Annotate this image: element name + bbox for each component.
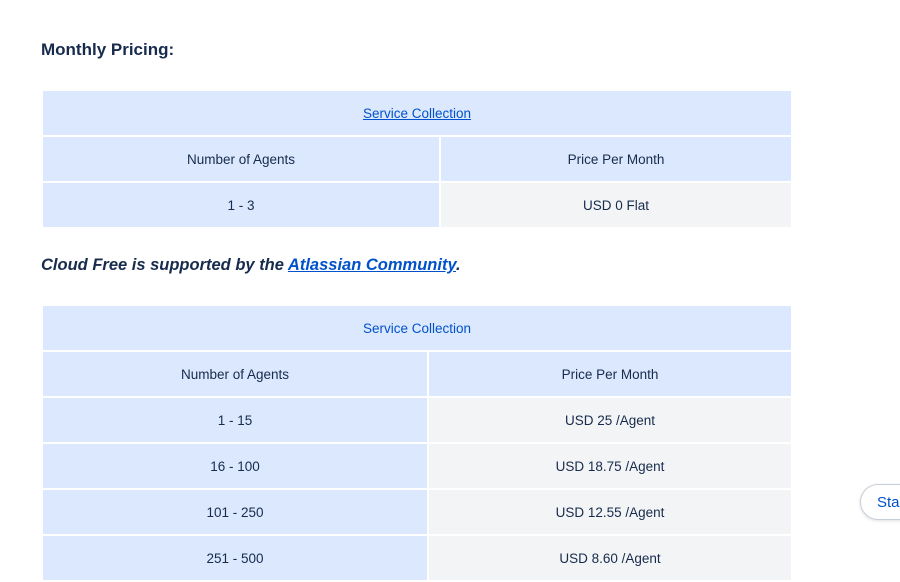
agents-cell: 1 - 15 [43,398,427,442]
monthly-pricing-heading: Monthly Pricing: [41,40,175,59]
price-cell: USD 18.75 /Agent [429,444,791,488]
service-collection-link[interactable]: Service Collection [363,321,471,336]
price-cell: USD 0 Flat [441,183,791,227]
agents-cell: 1 - 3 [43,183,439,227]
price-column-header: Price Per Month [441,137,791,181]
price-cell: USD 25 /Agent [429,398,791,442]
table-row: 1 - 15 USD 25 /Agent [43,398,791,442]
service-collection-caption: Service Collection [43,306,791,350]
agents-cell: 16 - 100 [43,444,427,488]
agents-cell: 251 - 500 [43,536,427,580]
note-suffix: . [456,256,461,274]
free-pricing-table: Service Collection Number of Agents Pric… [41,89,793,229]
service-collection-caption: Service Collection [43,91,791,135]
table-row: 1 - 3 USD 0 Flat [43,183,791,227]
price-cell: USD 12.55 /Agent [429,490,791,534]
cloud-free-note: Cloud Free is supported by the Atlassian… [41,256,461,275]
table-caption-row: Service Collection [43,306,791,350]
note-text: Cloud Free is supported by the [41,256,288,274]
service-collection-link[interactable]: Service Collection [363,106,471,121]
table-row: 251 - 500 USD 8.60 /Agent [43,536,791,580]
table-row: 16 - 100 USD 18.75 /Agent [43,444,791,488]
atlassian-community-link[interactable]: Atlassian Community [288,256,456,274]
price-column-header: Price Per Month [429,352,791,396]
agents-column-header: Number of Agents [43,352,427,396]
table-caption-row: Service Collection [43,91,791,135]
start-button[interactable]: Start [860,484,900,520]
price-cell: USD 8.60 /Agent [429,536,791,580]
table-row: 101 - 250 USD 12.55 /Agent [43,490,791,534]
agents-cell: 101 - 250 [43,490,427,534]
agents-column-header: Number of Agents [43,137,439,181]
table-header-row: Number of Agents Price Per Month [43,352,791,396]
standard-pricing-table: Service Collection Number of Agents Pric… [41,304,793,582]
table-header-row: Number of Agents Price Per Month [43,137,791,181]
